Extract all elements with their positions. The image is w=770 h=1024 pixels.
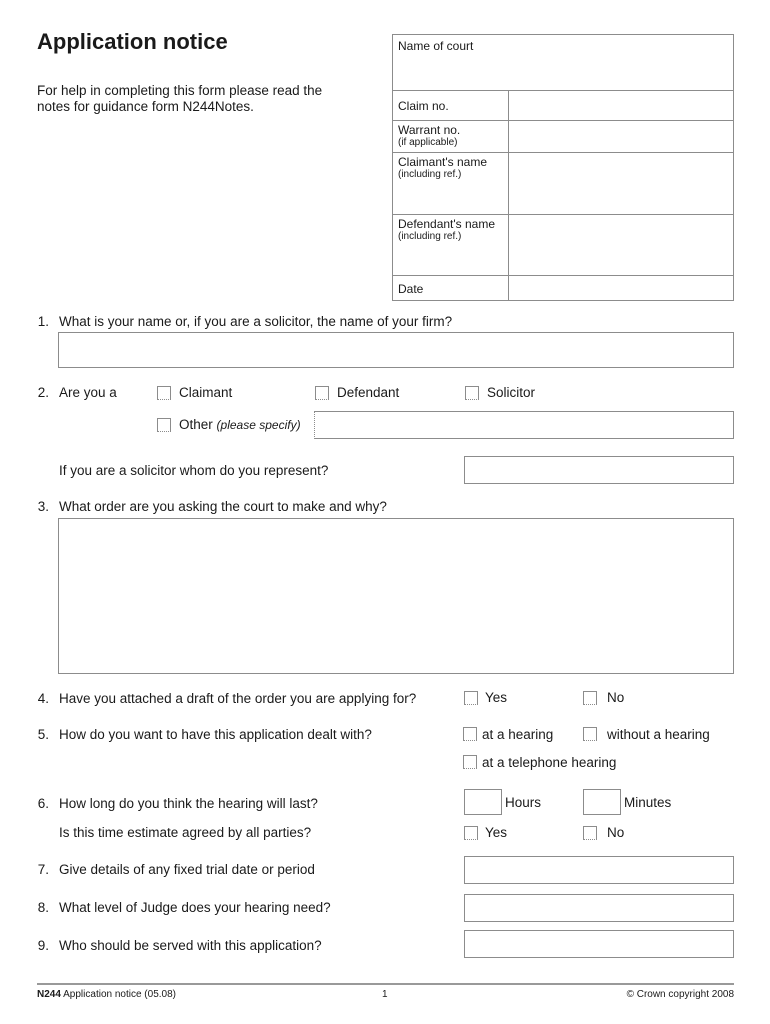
claimants-name-field[interactable] (508, 153, 733, 214)
warrant-no-note: (if applicable) (398, 137, 458, 148)
help-text: For help in completing this form please … (37, 83, 323, 114)
claimants-name-row: Claimant's name (including ref.) (393, 152, 733, 214)
draft-yes-checkbox[interactable] (464, 691, 478, 705)
claimant-label: Claimant (179, 385, 233, 400)
at-hearing-label: at a hearing (482, 727, 554, 742)
defendants-name-label: Defendant's name (including ref.) (393, 215, 508, 275)
telephone-hearing-label: at a telephone hearing (482, 755, 617, 770)
question-3-number: 3. (37, 499, 49, 514)
claimants-name-text: Claimant's name (398, 155, 487, 169)
name-of-court-row[interactable]: Name of court (393, 35, 733, 90)
minutes-label: Minutes (624, 795, 672, 810)
question-6-number: 6. (37, 796, 49, 811)
question-1-text: What is your name or, if you are a solic… (59, 314, 453, 329)
draft-no-checkbox[interactable] (583, 691, 597, 705)
solicitor-checkbox[interactable] (465, 386, 479, 400)
question-1-number: 1. (37, 314, 49, 329)
claimants-name-note: (including ref.) (398, 169, 462, 180)
warrant-no-text: Warrant no. (398, 123, 461, 137)
question-5-text: How do you want to have this application… (59, 727, 372, 742)
draft-no-label: No (607, 690, 625, 705)
question-7-number: 7. (37, 862, 49, 877)
defendants-name-field[interactable] (508, 215, 733, 275)
fixed-trial-date-input[interactable] (464, 856, 734, 884)
without-hearing-checkbox[interactable] (583, 727, 597, 741)
other-specify-input[interactable] (314, 411, 734, 439)
hours-input[interactable] (464, 789, 502, 815)
question-9-number: 9. (37, 938, 49, 953)
defendants-name-note: (including ref.) (398, 231, 462, 242)
court-details-table: Name of court Claim no. Warrant no. (if … (392, 34, 734, 301)
other-text: Other (179, 417, 213, 432)
question-2-number: 2. (37, 385, 49, 400)
footer-divider (37, 983, 734, 985)
represent-input[interactable] (464, 456, 734, 484)
question-2-text: Are you a (59, 385, 117, 400)
order-request-textarea[interactable] (58, 518, 734, 674)
question-8-text: What level of Judge does your hearing ne… (59, 900, 331, 915)
defendants-name-text: Defendant's name (398, 217, 496, 231)
agreed-yes-checkbox[interactable] (464, 826, 478, 840)
minutes-input[interactable] (583, 789, 621, 815)
claimants-name-label: Claimant's name (including ref.) (393, 153, 508, 214)
agreed-no-checkbox[interactable] (583, 826, 597, 840)
footer-form-code: N244 (37, 989, 61, 1000)
name-of-court-label: Name of court (398, 39, 474, 53)
defendants-name-row: Defendant's name (including ref.) (393, 214, 733, 275)
date-field[interactable] (508, 276, 733, 300)
draft-yes-label: Yes (485, 690, 508, 705)
claim-no-row: Claim no. (393, 90, 733, 120)
warrant-no-row: Warrant no. (if applicable) (393, 120, 733, 152)
question-3-text: What order are you asking the court to m… (59, 499, 387, 514)
time-agreed-question: Is this time estimate agreed by all part… (59, 825, 312, 840)
footer-form-name: Application notice (05.08) (63, 989, 176, 1000)
claimant-checkbox[interactable] (157, 386, 171, 400)
telephone-hearing-checkbox[interactable] (463, 755, 477, 769)
other-note: (please specify) (216, 418, 301, 432)
footer-copyright: © Crown copyright 2008 (626, 989, 734, 1000)
claim-no-field[interactable] (508, 91, 733, 120)
warrant-no-label: Warrant no. (if applicable) (393, 121, 508, 152)
other-label: Other (please specify) (179, 417, 301, 433)
at-hearing-checkbox[interactable] (463, 727, 477, 741)
date-row: Date (393, 275, 733, 300)
question-6-text: How long do you think the hearing will l… (59, 796, 318, 811)
represent-question: If you are a solicitor whom do you repre… (59, 463, 329, 478)
warrant-no-field[interactable] (508, 121, 733, 152)
judge-level-input[interactable] (464, 894, 734, 922)
name-or-firm-input[interactable] (58, 332, 734, 368)
agreed-no-label: No (607, 825, 625, 840)
question-9-text: Who should be served with this applicati… (59, 938, 322, 953)
question-4-number: 4. (37, 691, 49, 706)
served-with-input[interactable] (464, 930, 734, 958)
agreed-yes-label: Yes (485, 825, 508, 840)
question-7-text: Give details of any fixed trial date or … (59, 862, 315, 877)
question-8-number: 8. (37, 900, 49, 915)
other-checkbox[interactable] (157, 418, 171, 432)
question-5-number: 5. (37, 727, 49, 742)
claim-no-label: Claim no. (398, 99, 449, 113)
question-4-text: Have you attached a draft of the order y… (59, 691, 417, 706)
page-title: Application notice (37, 29, 228, 54)
without-hearing-label: without a hearing (607, 727, 710, 742)
defendant-checkbox[interactable] (315, 386, 329, 400)
solicitor-label: Solicitor (487, 385, 536, 400)
defendant-label: Defendant (337, 385, 400, 400)
hours-label: Hours (505, 795, 542, 810)
date-label: Date (398, 282, 424, 296)
footer-form-id: N244 Application notice (05.08) (37, 989, 176, 1000)
footer-page-number: 1 (382, 989, 388, 1000)
